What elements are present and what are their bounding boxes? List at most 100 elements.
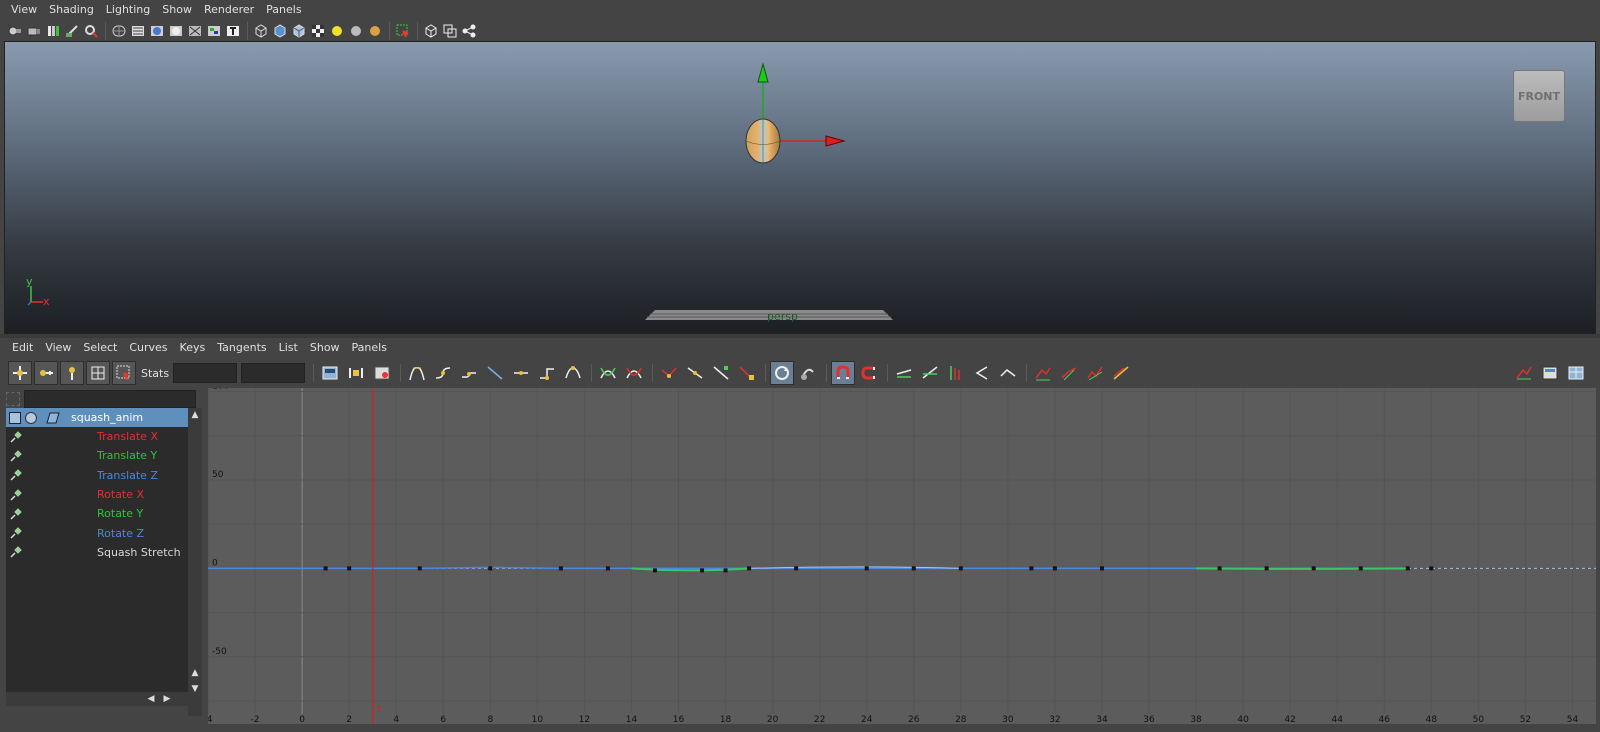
default-material-icon[interactable] (148, 22, 166, 40)
checker-icon[interactable] (309, 22, 327, 40)
viewport-menu-view[interactable]: View (5, 0, 43, 20)
image-plane-icon[interactable] (63, 22, 81, 40)
collapse-icon[interactable] (25, 411, 37, 424)
wire-cube-icon[interactable] (252, 22, 270, 40)
smooth-shade-icon[interactable] (129, 22, 147, 40)
squash-ball-object[interactable] (740, 60, 860, 170)
textured-icon[interactable] (205, 22, 223, 40)
outliner-channel[interactable]: Rotate Z (6, 523, 188, 542)
outliner-horizontal-scrollbar[interactable]: ◀ ▶ (6, 692, 188, 706)
step-tangent-icon[interactable] (535, 361, 559, 385)
outliner-channel[interactable]: Translate X (6, 427, 188, 446)
channel-pin-icon[interactable] (9, 430, 23, 444)
ge-menu-curves[interactable]: Curves (123, 338, 173, 358)
break-tangents-icon[interactable] (657, 361, 681, 385)
two-d-pan-zoom-icon[interactable] (82, 22, 100, 40)
region-tool-icon[interactable] (112, 361, 136, 385)
unify-tangents-icon[interactable] (683, 361, 707, 385)
isolate-cube-icon[interactable] (422, 22, 440, 40)
multi-cube-icon[interactable] (441, 22, 459, 40)
viewport-menu-show[interactable]: Show (156, 0, 198, 20)
scroll-left-icon[interactable]: ◀ (144, 692, 158, 706)
node-graph-icon[interactable] (460, 22, 478, 40)
viewport-menu-shading[interactable]: Shading (43, 0, 100, 20)
load-selected-icon[interactable] (796, 361, 820, 385)
clamped-tangent-icon[interactable] (457, 361, 481, 385)
time-snap-icon[interactable] (831, 361, 856, 385)
curve-graph[interactable]: -4-2024681012141618202224262830323436384… (208, 388, 1596, 724)
all-lights-icon[interactable] (347, 22, 365, 40)
ge-menu-select[interactable]: Select (77, 338, 123, 358)
viewcube[interactable]: FRONT (1513, 70, 1565, 122)
move-key-tool-icon[interactable] (8, 361, 32, 385)
center-view-icon[interactable] (370, 361, 394, 385)
filter-toggle-icon[interactable] (6, 392, 20, 406)
channel-pin-icon[interactable] (9, 468, 23, 482)
linear-tangent-icon[interactable] (483, 361, 507, 385)
frame-playback-icon[interactable] (344, 361, 368, 385)
add-key-tool-icon[interactable] (60, 361, 84, 385)
flat-tangent-icon[interactable] (509, 361, 533, 385)
ge-menu-keys[interactable]: Keys (174, 338, 212, 358)
outliner-channel[interactable]: Rotate Y (6, 504, 188, 523)
default-light-icon[interactable] (328, 22, 346, 40)
normalize-curves-icon[interactable] (892, 361, 916, 385)
select-tool-icon[interactable] (394, 22, 412, 40)
denormalize-curves-icon[interactable] (918, 361, 942, 385)
insert-key-tool-icon[interactable] (34, 361, 58, 385)
stacked-curves-icon[interactable] (944, 361, 968, 385)
plateau-tangent-icon[interactable] (561, 361, 585, 385)
lock-tangent-weight-icon[interactable] (735, 361, 759, 385)
pre-infinity-icon[interactable] (970, 361, 994, 385)
free-tangent-weight-icon[interactable] (709, 361, 733, 385)
shade-icon[interactable] (167, 22, 185, 40)
frame-all-icon[interactable] (318, 361, 342, 385)
stats-frame-field[interactable] (173, 363, 238, 383)
oscillate-curve-icon[interactable] (1083, 361, 1107, 385)
cycle-offset-icon[interactable] (1057, 361, 1081, 385)
outliner-channel[interactable]: Translate Z (6, 466, 188, 485)
camera-attributes-icon[interactable] (25, 22, 43, 40)
scroll-up-icon[interactable]: ▲ (188, 408, 202, 422)
spline-tangent-icon[interactable] (431, 361, 455, 385)
viewport-menu-panels[interactable]: Panels (260, 0, 307, 20)
cycle-curve-icon[interactable] (1031, 361, 1055, 385)
linear-infinity-icon[interactable] (1109, 361, 1133, 385)
ge-menu-list[interactable]: List (273, 338, 304, 358)
scroll-right-icon[interactable]: ▶ (160, 692, 174, 706)
ge-menu-view[interactable]: View (39, 338, 77, 358)
viewport-menu-renderer[interactable]: Renderer (198, 0, 260, 20)
value-snap-icon[interactable] (857, 361, 881, 385)
buffer-curve-snapshot-icon[interactable] (596, 361, 620, 385)
xray-icon[interactable] (186, 22, 204, 40)
wireframe-icon[interactable] (110, 22, 128, 40)
channel-pin-icon[interactable] (9, 488, 23, 502)
3d-viewport[interactable]: FRONT persp y x (4, 41, 1596, 334)
outliner-channel[interactable]: Rotate X (6, 485, 188, 504)
auto-tangent-icon[interactable] (405, 361, 429, 385)
ge-menu-edit[interactable]: Edit (6, 338, 39, 358)
lattice-deform-icon[interactable] (86, 361, 110, 385)
ge-menu-tangents[interactable]: Tangents (211, 338, 272, 358)
channel-pin-icon[interactable] (9, 545, 23, 559)
auto-load-icon[interactable] (770, 361, 795, 385)
bookmarks-icon[interactable] (44, 22, 62, 40)
text-icon[interactable] (224, 22, 242, 40)
select-camera-icon[interactable] (6, 22, 24, 40)
scroll-up-bottom-icon[interactable]: ▲ (188, 666, 202, 680)
viewport-menu-lighting[interactable]: Lighting (100, 0, 156, 20)
open-trax-editor-icon[interactable] (1538, 361, 1562, 385)
shaded-wire-cube-icon[interactable] (290, 22, 308, 40)
outliner-filter-input[interactable] (24, 390, 196, 408)
swap-buffer-curve-icon[interactable] (622, 361, 646, 385)
stats-value-field[interactable] (241, 363, 306, 383)
curve-graph-canvas[interactable]: -4-2024681012141618202224262830323436384… (208, 388, 1596, 724)
ge-menu-panels[interactable]: Panels (346, 338, 393, 358)
scroll-down-icon[interactable]: ▼ (188, 682, 202, 696)
ge-menu-show[interactable]: Show (304, 338, 346, 358)
channel-pin-icon[interactable] (9, 449, 23, 463)
outliner-vertical-scrollbar[interactable]: ▲ ▲ ▼ (188, 408, 202, 716)
open-dope-sheet-icon[interactable] (1512, 361, 1536, 385)
open-camera-sequencer-icon[interactable] (1564, 361, 1588, 385)
post-infinity-icon[interactable] (996, 361, 1020, 385)
